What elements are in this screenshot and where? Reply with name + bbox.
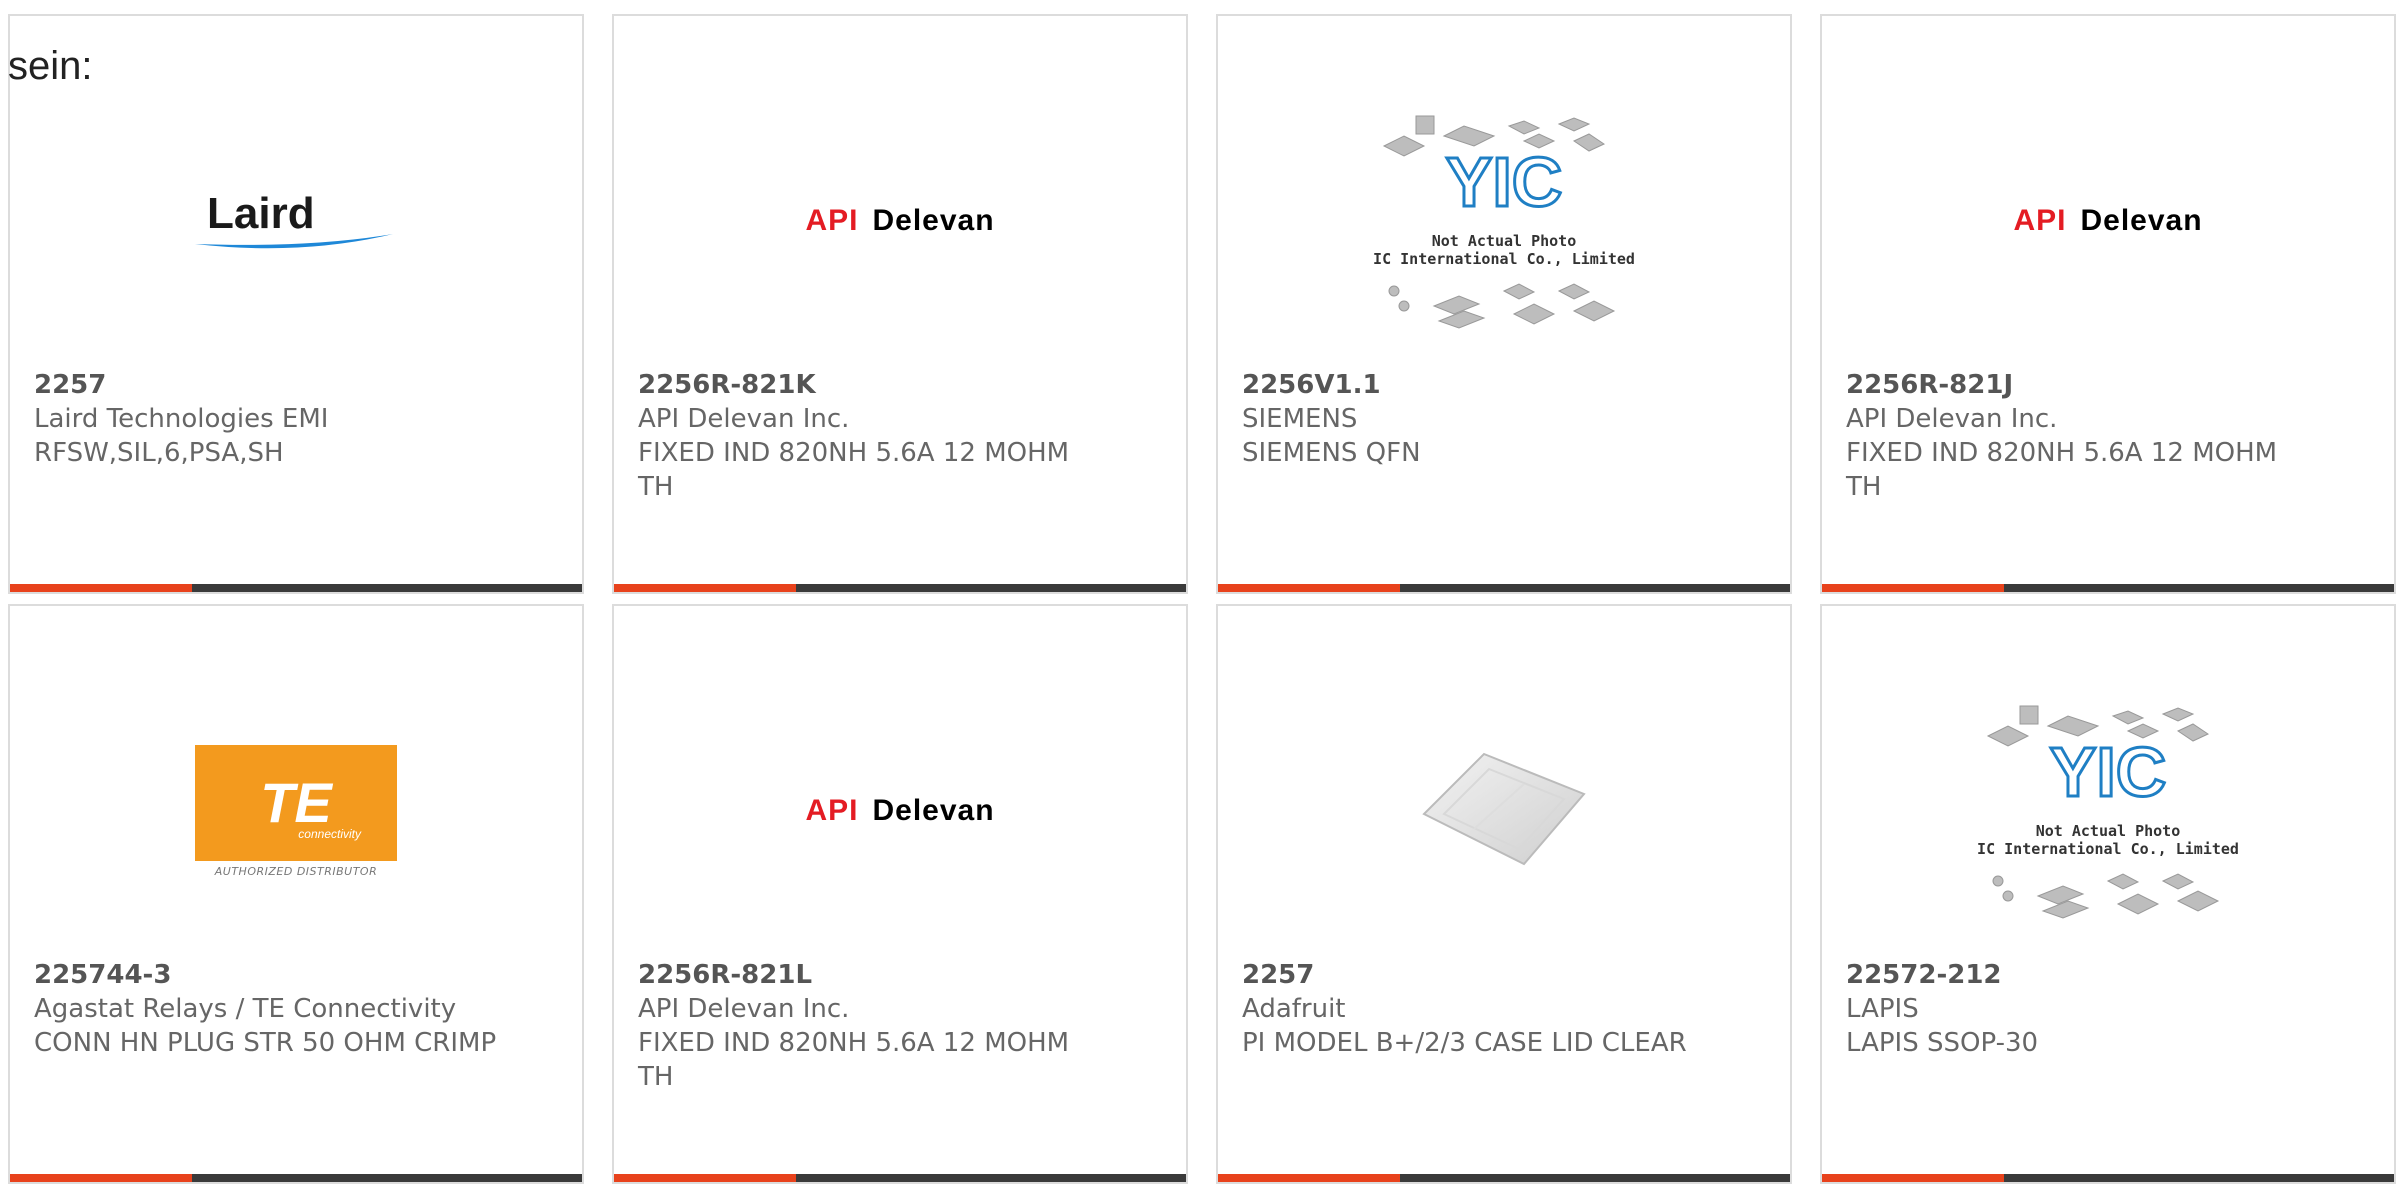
svg-text:YIC: YIC	[1446, 143, 1563, 221]
description: FIXED IND 820NH 5.6A 12 MOHM TH	[638, 438, 1070, 502]
svg-text:Not Actual Photo: Not Actual Photo	[1432, 232, 1577, 250]
api-delevan-logo: API Delevan	[2013, 204, 2203, 237]
manufacturer: Adafruit	[1242, 994, 1346, 1024]
manufacturer: API Delevan Inc.	[1846, 404, 2058, 434]
manufacturer: Laird Technologies EMI	[34, 404, 329, 434]
product-card[interactable]: API Delevan 2256R-821J API Delevan Inc. F…	[1820, 14, 2396, 594]
product-image: API Delevan	[614, 666, 1186, 956]
description: RFSW,SIL,6,PSA,SH	[34, 438, 284, 468]
description: CONN HN PLUG STR 50 OHM CRIMP	[34, 1028, 497, 1058]
yic-placeholder-image: YIC Not Actual Photo YIC International C…	[1978, 686, 2238, 936]
product-card[interactable]: YIC Not Actual Photo YIC International C…	[1216, 14, 1792, 594]
description: PI MODEL B+/2/3 CASE LID CLEAR	[1242, 1028, 1687, 1058]
svg-text:Not Actual Photo: Not Actual Photo	[2036, 822, 2181, 840]
product-image: API Delevan	[614, 76, 1186, 366]
product-image	[1218, 666, 1790, 956]
description: FIXED IND 820NH 5.6A 12 MOHM TH	[1846, 438, 2278, 502]
api-delevan-logo: API Delevan	[805, 794, 995, 827]
product-card[interactable]: 2257 Adafruit PI MODEL B+/2/3 CASE LID C…	[1216, 604, 1792, 1184]
part-number[interactable]: 2256R-821L	[638, 958, 1162, 992]
card-accent-bar	[614, 584, 1186, 592]
manufacturer: SIEMENS	[1242, 404, 1358, 434]
manufacturer: API Delevan Inc.	[638, 404, 850, 434]
card-accent-bar	[1218, 1174, 1790, 1182]
te-connectivity-logo: TE connectivity AUTHORIZED DISTRIBUTOR	[195, 744, 397, 878]
svg-text:Laird: Laird	[207, 189, 315, 238]
svg-text:YIC: YIC	[2050, 733, 2167, 811]
card-accent-bar	[10, 1174, 582, 1182]
product-card[interactable]: Laird 2257 Laird Technologies EMI RFSW,S…	[8, 14, 584, 594]
manufacturer: Agastat Relays / TE Connectivity	[34, 994, 457, 1024]
part-number[interactable]: 225744-3	[34, 958, 558, 992]
product-card[interactable]: TE connectivity AUTHORIZED DISTRIBUTOR 22…	[8, 604, 584, 1184]
product-image: TE connectivity AUTHORIZED DISTRIBUTOR	[10, 666, 582, 956]
part-number[interactable]: 2256R-821J	[1846, 368, 2370, 402]
card-accent-bar	[614, 1174, 1186, 1182]
product-image: YIC Not Actual Photo YIC International C…	[1218, 76, 1790, 366]
part-number[interactable]: 2257	[34, 368, 558, 402]
laird-logo: Laird	[191, 186, 401, 256]
manufacturer: API Delevan Inc.	[638, 994, 850, 1024]
part-number[interactable]: 2256R-821K	[638, 368, 1162, 402]
manufacturer: LAPIS	[1846, 994, 1919, 1024]
svg-text:YIC International Co., Limited: YIC International Co., Limited.	[1374, 250, 1634, 268]
description: FIXED IND 820NH 5.6A 12 MOHM TH	[638, 1028, 1070, 1092]
product-image: YIC Not Actual Photo YIC International C…	[1822, 666, 2394, 956]
part-number[interactable]: 2256V1.1	[1242, 368, 1766, 402]
card-accent-bar	[1822, 584, 2394, 592]
product-card[interactable]: YIC Not Actual Photo YIC International C…	[1820, 604, 2396, 1184]
svg-text:YIC International Co., Limited: YIC International Co., Limited.	[1978, 840, 2238, 858]
product-card[interactable]: API Delevan 2256R-821K API Delevan Inc. F…	[612, 14, 1188, 594]
api-delevan-logo: API Delevan	[805, 204, 995, 237]
intro-text: sein:	[8, 44, 93, 88]
part-number[interactable]: 22572-212	[1846, 958, 2370, 992]
case-lid-photo	[1414, 744, 1594, 878]
description: SIEMENS QFN	[1242, 438, 1421, 468]
product-image: API Delevan	[1822, 76, 2394, 366]
yic-placeholder-image: YIC Not Actual Photo YIC International C…	[1374, 96, 1634, 346]
description: LAPIS SSOP-30	[1846, 1028, 2039, 1058]
product-image: Laird	[10, 76, 582, 366]
product-card[interactable]: API Delevan 2256R-821L API Delevan Inc. F…	[612, 604, 1188, 1184]
card-accent-bar	[10, 584, 582, 592]
card-accent-bar	[1822, 1174, 2394, 1182]
part-number[interactable]: 2257	[1242, 958, 1766, 992]
card-accent-bar	[1218, 584, 1790, 592]
